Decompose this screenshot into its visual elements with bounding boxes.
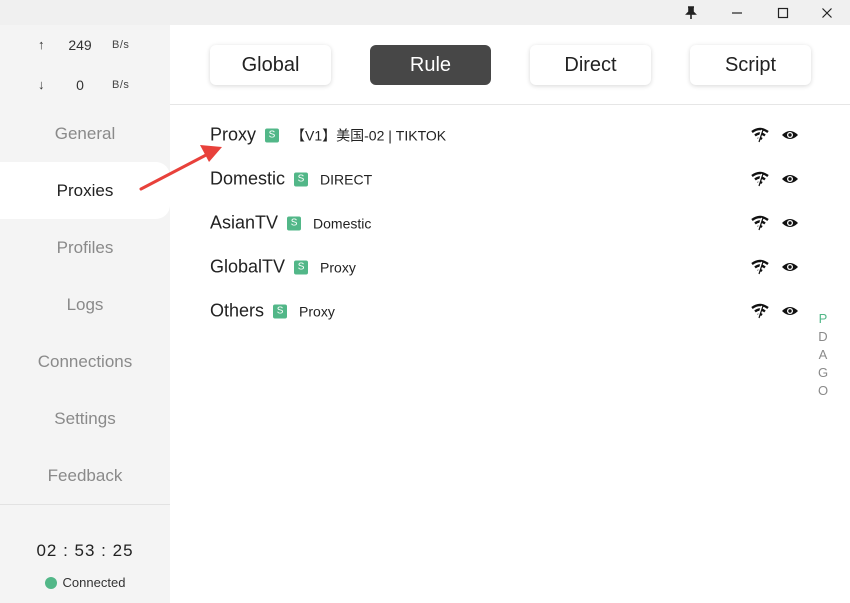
uptime-clock: 02 : 53 : 25 (36, 541, 134, 560)
proxy-group-row[interactable]: Proxy S 【V1】美国-02 | TIKTOK (170, 113, 810, 157)
upload-speed: ↑ 249 B/s (0, 35, 170, 55)
index-letter[interactable]: D (818, 328, 827, 346)
group-type-badge: S (265, 128, 280, 142)
sidebar-item-feedback[interactable]: Feedback (0, 447, 170, 504)
eye-icon[interactable] (780, 213, 800, 233)
download-speed: ↓ 0 B/s (0, 75, 170, 95)
sidebar-item-logs[interactable]: Logs (0, 276, 170, 333)
eye-icon[interactable] (780, 257, 800, 277)
eye-icon[interactable] (780, 301, 800, 321)
proxy-group-row[interactable]: AsianTV S Domestic (170, 201, 810, 245)
mode-bar: Global Rule Direct Script (170, 25, 850, 105)
upload-unit: B/s (112, 39, 130, 51)
mode-global-button[interactable]: Global (210, 45, 331, 85)
group-type-badge: S (294, 260, 309, 274)
group-name: Others (210, 300, 265, 321)
group-type-badge: S (294, 172, 309, 186)
sidebar-footer: 02 : 53 : 25 Connected (0, 505, 170, 603)
group-name: AsianTV (210, 212, 279, 233)
index-letter[interactable]: P (819, 310, 828, 328)
group-selected-proxy: Domestic (313, 215, 372, 231)
maximize-icon[interactable] (760, 0, 806, 25)
wifi-signal-icon[interactable] (750, 301, 770, 321)
group-name: Proxy (210, 124, 257, 145)
sidebar-item-connections[interactable]: Connections (0, 333, 170, 390)
index-letter[interactable]: O (818, 382, 828, 400)
download-unit: B/s (112, 79, 130, 91)
proxy-group-row[interactable]: Domestic S DIRECT (170, 157, 810, 201)
wifi-signal-icon[interactable] (750, 213, 770, 233)
mode-script-button[interactable]: Script (690, 45, 811, 85)
index-letter[interactable]: G (818, 364, 828, 382)
wifi-signal-icon[interactable] (750, 169, 770, 189)
connection-status: Connected (0, 575, 170, 590)
traffic-panel: ↑ 249 B/s ↓ 0 B/s (0, 25, 170, 105)
group-selected-proxy: Proxy (320, 259, 356, 275)
mode-rule-button[interactable]: Rule (370, 45, 491, 85)
mode-direct-button[interactable]: Direct (530, 45, 651, 85)
group-selected-proxy: 【V1】美国-02 | TIKTOK (291, 127, 447, 143)
sidebar-item-general[interactable]: General (0, 105, 170, 162)
title-bar (0, 0, 850, 25)
upload-value: 249 (68, 37, 92, 53)
download-value: 0 (76, 77, 84, 93)
group-type-badge: S (287, 216, 302, 230)
wifi-signal-icon[interactable] (750, 257, 770, 277)
upload-arrow-icon: ↑ (38, 37, 45, 52)
index-letter[interactable]: A (819, 346, 828, 364)
group-selected-proxy: Proxy (299, 303, 335, 319)
sidebar-item-proxies[interactable]: Proxies (0, 162, 170, 219)
minimize-icon[interactable] (714, 0, 760, 25)
sidebar: ↑ 249 B/s ↓ 0 B/s General Proxies Profil… (0, 25, 170, 603)
group-name: GlobalTV (210, 256, 286, 277)
eye-icon[interactable] (780, 169, 800, 189)
group-index-bar: P D A G O (817, 310, 829, 400)
proxy-group-row[interactable]: GlobalTV S Proxy (170, 245, 810, 289)
sidebar-item-profiles[interactable]: Profiles (0, 219, 170, 276)
pin-icon[interactable] (668, 0, 714, 25)
group-name: Domestic (210, 168, 286, 189)
wifi-signal-icon[interactable] (750, 125, 770, 145)
group-selected-proxy: DIRECT (320, 171, 373, 187)
sidebar-item-settings[interactable]: Settings (0, 390, 170, 447)
proxy-group-row[interactable]: Others S Proxy (170, 289, 810, 333)
eye-icon[interactable] (780, 125, 800, 145)
download-arrow-icon: ↓ (38, 77, 45, 92)
status-dot-icon (44, 576, 57, 589)
group-type-badge: S (273, 304, 288, 318)
status-label: Connected (62, 575, 126, 590)
close-icon[interactable] (804, 0, 850, 25)
